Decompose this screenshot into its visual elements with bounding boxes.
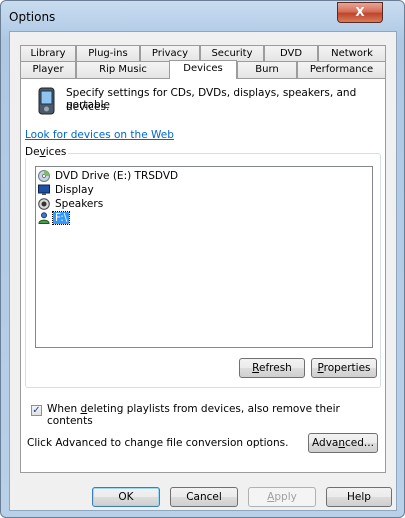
- properties-button[interactable]: Properties: [311, 358, 377, 378]
- cancel-button[interactable]: Cancel: [170, 487, 238, 507]
- description-line-2: devices.: [66, 101, 110, 113]
- window-title: Options: [9, 10, 56, 24]
- tab-security[interactable]: Security: [200, 45, 264, 61]
- advanced-button[interactable]: Advanced...: [308, 433, 378, 453]
- tab-dvd[interactable]: DVD: [264, 45, 318, 61]
- tab-player[interactable]: Player: [20, 61, 76, 78]
- close-button[interactable]: X: [337, 2, 383, 23]
- portable-device-icon: [38, 212, 50, 224]
- apply-button[interactable]: Apply: [248, 487, 316, 507]
- ok-button[interactable]: OK: [92, 487, 160, 507]
- portable-device-icon: [38, 87, 55, 115]
- remove-contents-checkbox[interactable]: ✓: [31, 405, 42, 416]
- checkbox-label: When deleting playlists from devices, al…: [47, 403, 340, 427]
- description-line-1: Specify settings for CDs, DVDs, displays…: [66, 87, 357, 111]
- look-for-devices-link[interactable]: Look for devices on the Web: [25, 129, 174, 141]
- speaker-icon: [38, 198, 50, 210]
- tab-privacy[interactable]: Privacy: [140, 45, 200, 61]
- tab-burn[interactable]: Burn: [237, 61, 297, 78]
- devices-group-label: Devices: [23, 146, 69, 158]
- device-item-dvd[interactable]: DVD Drive (E:) TRSDVD: [38, 169, 180, 183]
- title-bar[interactable]: Options X: [1, 1, 404, 31]
- devices-listbox[interactable]: DVD Drive (E:) TRSDVD Display Speakers F…: [35, 166, 373, 348]
- monitor-icon: [38, 184, 50, 195]
- tab-plug-ins[interactable]: Plug-ins: [76, 45, 140, 61]
- tab-network[interactable]: Network: [318, 45, 386, 61]
- tab-library[interactable]: Library: [20, 45, 76, 61]
- refresh-button[interactable]: Refresh: [239, 358, 305, 378]
- tab-rip-music[interactable]: Rip Music: [76, 61, 170, 78]
- device-item-display[interactable]: Display: [38, 183, 96, 197]
- options-window: Options X Library Plug-ins Privacy Secur…: [0, 0, 405, 518]
- dvd-drive-icon: [38, 170, 50, 182]
- tab-performance[interactable]: Performance: [297, 61, 386, 78]
- device-item-f-drive[interactable]: F:\: [38, 211, 71, 225]
- dialog-client-area: Library Plug-ins Privacy Security DVD Ne…: [9, 31, 397, 511]
- tab-devices[interactable]: Devices: [169, 60, 237, 79]
- devices-panel: Specify settings for CDs, DVDs, displays…: [20, 78, 386, 473]
- device-item-speakers[interactable]: Speakers: [38, 197, 105, 211]
- help-button[interactable]: Help: [326, 487, 392, 507]
- advanced-description: Click Advanced to change file conversion…: [27, 437, 289, 449]
